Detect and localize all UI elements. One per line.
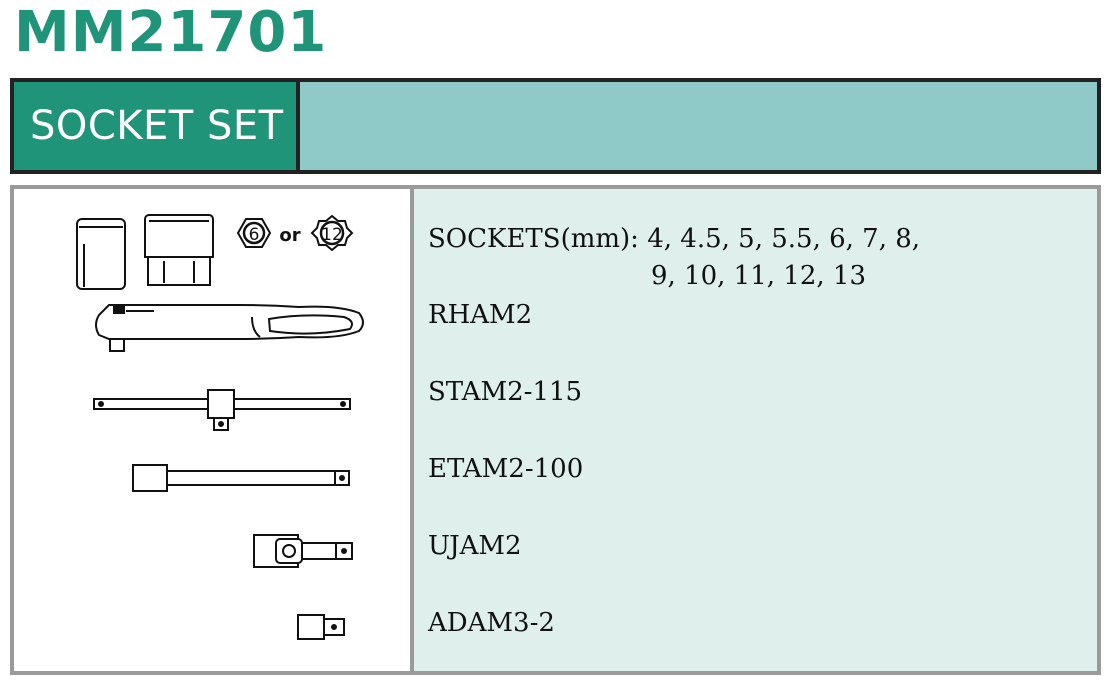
list-item-extension: ETAM2-100 — [428, 454, 584, 484]
t-bar-icon — [93, 389, 351, 431]
hex-12-icon: 12 — [310, 214, 354, 252]
hex-6-icon: 6 — [236, 218, 272, 248]
sockets-sizes-line2: 9, 10, 11, 12, 13 — [651, 261, 866, 291]
or-label: or — [279, 225, 300, 246]
extension-bar-icon — [132, 464, 350, 492]
header-fill — [300, 82, 1097, 170]
ratchet-icon — [95, 304, 364, 352]
list-item-t-bar: STAM2-115 — [428, 377, 583, 407]
tool-illustrations-svg: 6 or 12 — [76, 214, 364, 640]
contents-table: 6 or 12 SOCKETS(mm): 4, 4.5, 5, 5.5, 6, … — [10, 185, 1101, 675]
tool-illustrations: 6 or 12 — [14, 189, 414, 671]
sockets-prefix: SOCKETS(mm): — [428, 224, 639, 254]
product-code: MM21701 — [14, 0, 328, 65]
list-item-universal-joint: UJAM2 — [428, 531, 522, 561]
hex-6-label: 6 — [249, 225, 260, 245]
adaptor-icon — [297, 614, 345, 640]
list-item-adaptor: ADAM3-2 — [428, 608, 555, 638]
section-title: SOCKET SET — [14, 82, 300, 170]
list-item-ratchet: RHAM2 — [428, 300, 533, 330]
contents-list: SOCKETS(mm): 4, 4.5, 5, 5.5, 6, 7, 8, 9,… — [414, 189, 1097, 671]
header-band: SOCKET SET — [10, 78, 1101, 174]
hex-12-label: 12 — [321, 225, 343, 245]
list-item-sockets: SOCKETS(mm): 4, 4.5, 5, 5.5, 6, 7, 8, — [428, 224, 920, 254]
small-socket-icon — [76, 218, 126, 290]
sockets-sizes-line1: 4, 4.5, 5, 5.5, 6, 7, 8, — [647, 224, 921, 254]
universal-joint-icon — [253, 534, 353, 568]
large-socket-icon — [144, 214, 214, 286]
